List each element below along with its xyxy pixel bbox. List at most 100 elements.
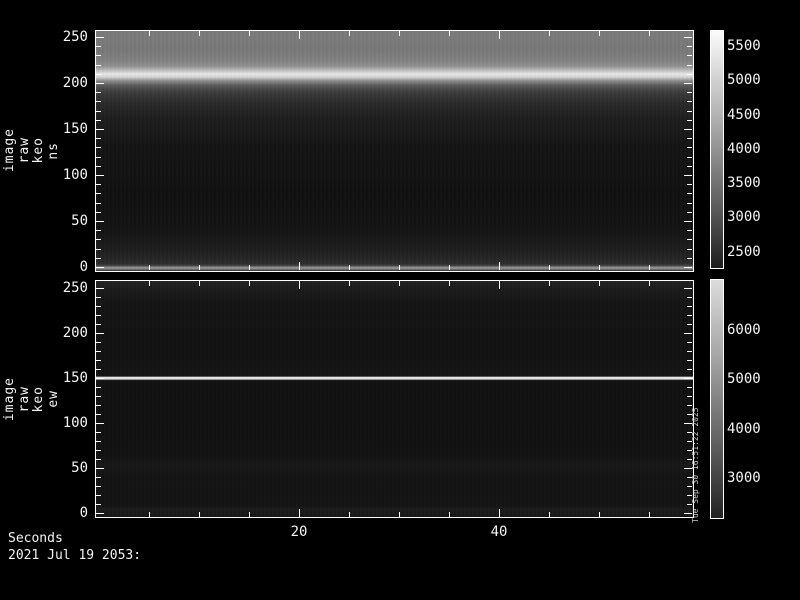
colorbar-ew: [710, 279, 724, 519]
tick-mark: [96, 477, 101, 478]
tick-mark: [687, 495, 692, 496]
tick-mark: [687, 92, 692, 93]
x-tick-label: 40: [490, 524, 508, 540]
y-axis-title-text: keo: [30, 137, 46, 164]
tick-mark: [96, 193, 101, 194]
tick-mark: [149, 512, 150, 517]
tick-mark: [96, 74, 101, 75]
tick-mark: [96, 46, 101, 47]
tick-mark: [687, 450, 692, 451]
tick-mark: [249, 31, 250, 36]
tick-mark: [349, 281, 350, 286]
tick-mark: [687, 396, 692, 397]
x-axis-date-label: 2021 Jul 19 2053:: [8, 548, 142, 563]
tick-mark: [499, 262, 500, 270]
tick-mark: [449, 512, 450, 517]
tick-mark: [96, 175, 104, 176]
tick-mark: [149, 31, 150, 36]
tick-mark: [684, 129, 692, 130]
tick-mark: [687, 212, 692, 213]
tick-mark: [449, 265, 450, 270]
tick-mark: [687, 486, 692, 487]
tick-mark: [687, 258, 692, 259]
y-axis-title-text: image: [1, 128, 17, 173]
tick-mark: [399, 31, 400, 36]
tick-mark: [687, 324, 692, 325]
tick-mark: [199, 265, 200, 270]
tick-mark: [96, 120, 101, 121]
x-tick-label: 20: [290, 524, 308, 540]
tick-mark: [299, 281, 300, 289]
colorbar-tick-label: 3000: [727, 470, 761, 486]
tick-mark: [687, 193, 692, 194]
tick-mark: [687, 147, 692, 148]
tick-mark: [649, 512, 650, 517]
tick-mark: [684, 333, 692, 334]
tick-mark: [687, 432, 692, 433]
tick-mark: [96, 297, 101, 298]
tick-mark: [96, 55, 101, 56]
tick-mark: [96, 432, 101, 433]
tick-mark: [299, 31, 300, 39]
tick-mark: [687, 157, 692, 158]
tick-mark: [599, 281, 600, 286]
y-axis-title-text: raw: [16, 137, 32, 164]
tick-mark: [96, 129, 104, 130]
tick-mark: [649, 281, 650, 286]
colorbar-tick-label: 2500: [727, 244, 761, 260]
tick-mark: [684, 175, 692, 176]
tick-mark: [96, 396, 101, 397]
y-axis-title-word: raw: [16, 280, 32, 518]
tick-mark: [96, 258, 101, 259]
tick-mark: [684, 513, 692, 514]
tick-mark: [684, 423, 692, 424]
tick-mark: [684, 378, 692, 379]
colorbar-tick-label: 5500: [727, 38, 761, 54]
y-axis-title-text: raw: [16, 385, 32, 413]
tick-mark: [96, 221, 104, 222]
tick-mark: [96, 441, 101, 442]
tick-mark: [96, 288, 104, 289]
tick-mark: [687, 230, 692, 231]
tick-mark: [96, 65, 101, 66]
tick-mark: [687, 315, 692, 316]
tick-mark: [96, 184, 101, 185]
tick-mark: [684, 83, 692, 84]
tick-mark: [499, 31, 500, 39]
tick-mark: [96, 239, 101, 240]
tick-mark: [349, 265, 350, 270]
colorbar-tick-label: 4500: [727, 107, 761, 123]
tick-mark: [96, 111, 101, 112]
tick-mark: [96, 351, 101, 352]
y-axis-title-word: keo: [30, 30, 46, 271]
tick-mark: [687, 342, 692, 343]
tick-mark: [684, 288, 692, 289]
colorbar-tick-label: 4000: [727, 421, 761, 437]
tick-mark: [499, 281, 500, 289]
y-axis-title-text: ew: [45, 390, 61, 408]
tick-mark: [687, 504, 692, 505]
colorbar-tick-label: 4000: [727, 141, 761, 157]
tick-mark: [149, 281, 150, 286]
tick-mark: [449, 281, 450, 286]
tick-mark: [96, 306, 101, 307]
colorbar-tick-label: 5000: [727, 72, 761, 88]
tick-mark: [684, 267, 692, 268]
tick-mark: [687, 166, 692, 167]
tick-mark: [96, 495, 101, 496]
y-axis-title-word: image: [1, 30, 17, 271]
tick-mark: [649, 265, 650, 270]
tick-mark: [96, 315, 101, 316]
tick-mark: [687, 477, 692, 478]
tick-mark: [96, 230, 101, 231]
tick-mark: [684, 221, 692, 222]
tick-mark: [96, 486, 101, 487]
tick-mark: [96, 101, 101, 102]
tick-mark: [96, 267, 104, 268]
tick-mark: [299, 509, 300, 517]
tick-mark: [96, 513, 104, 514]
figure: Seconds 2021 Jul 19 2053: Tue Sep 30 16:…: [0, 0, 800, 600]
y-axis-title-text: keo: [30, 385, 46, 413]
tick-mark: [549, 281, 550, 286]
tick-mark: [399, 265, 400, 270]
